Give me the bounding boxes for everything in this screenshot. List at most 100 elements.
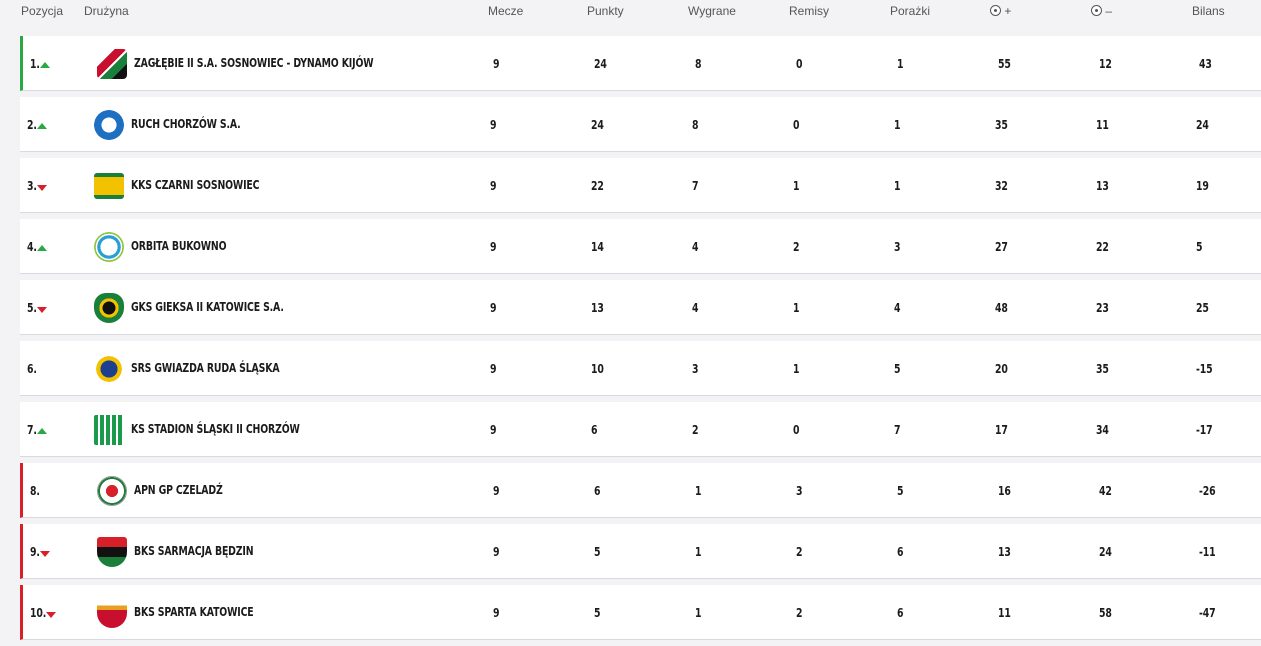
cell-goals-against: 13 [1096,179,1109,193]
cell-wygrane: 1 [695,606,702,620]
cell-remisy: 0 [796,57,803,71]
stadion-logo[interactable] [94,415,124,445]
apn-logo[interactable] [97,476,127,506]
cell-porazki: 6 [897,545,904,559]
header-mecze[interactable]: Mecze [488,4,523,18]
arrow-up-icon [37,428,47,434]
football-icon [1091,5,1102,16]
cell-remisy: 0 [793,423,800,437]
position-number: 7. [27,423,37,437]
header-druzyna[interactable]: Drużyna [84,4,129,18]
table-row[interactable]: 1. ZAGŁĘBIE II S.A. SOSNOWIEC - DYNAMO KI… [20,36,1261,91]
table-row[interactable]: 7. KS STADION ŚLĄSKI II CHORZÓW 9 6 2 0 7 17 34 -… [20,402,1261,457]
ruch-logo[interactable] [94,110,124,140]
cell-punkty: 6 [594,484,601,498]
header-pozycja[interactable]: Pozycja [21,4,63,18]
cell-mecze: 9 [490,362,497,376]
cell-remisy: 2 [796,545,803,559]
cell-goals-for: 27 [995,240,1008,254]
cell-goals-against: 35 [1096,362,1109,376]
table-row[interactable]: 2. RUCH CHORZÓW S.A. 9 24 8 0 1 35 11 24 [20,97,1261,152]
header-goals-against[interactable]: – [1091,4,1112,18]
cell-wygrane: 3 [692,362,699,376]
cell-punkty: 14 [591,240,604,254]
team-name[interactable]: SRS GWIAZDA RUDA ŚLĄSKA [131,361,280,375]
cell-wygrane: 4 [692,240,699,254]
arrow-up-icon [40,62,50,68]
sarmacja-logo[interactable] [97,537,127,567]
cell-goals-against: 42 [1099,484,1112,498]
cell-goals-against: 23 [1096,301,1109,315]
table-row[interactable]: 3. KKS CZARNI SOSNOWIEC 9 22 7 1 1 32 13 19 [20,158,1261,213]
cell-mecze: 9 [493,57,500,71]
cell-porazki: 6 [897,606,904,620]
header-bilans[interactable]: Bilans [1192,4,1225,18]
position-number: 1. [30,57,40,71]
arrow-down-icon [40,551,50,557]
cell-porazki: 4 [894,301,901,315]
position-number: 8. [30,484,40,498]
czarni-logo[interactable] [94,173,124,199]
cell-wygrane: 4 [692,301,699,315]
header-remisy[interactable]: Remisy [789,4,829,18]
cell-mecze: 9 [490,423,497,437]
cell-bilans: -47 [1199,606,1216,620]
orbita-logo[interactable] [94,232,124,262]
position-number: 3. [27,179,37,193]
table-row[interactable]: 6. SRS GWIAZDA RUDA ŚLĄSKA 9 10 3 1 5 20 35 -15 [20,341,1261,396]
team-name[interactable]: ZAGŁĘBIE II S.A. SOSNOWIEC - DYNAMO KIJÓ… [134,56,374,70]
table-row[interactable]: 4. ORBITA BUKOWNO 9 14 4 2 3 27 22 5 [20,219,1261,274]
team-name[interactable]: RUCH CHORZÓW S.A. [131,117,241,131]
table-row[interactable]: 5. GKS GIEKSA II KATOWICE S.A. 9 13 4 1 4 48 23 2… [20,280,1261,335]
team-name[interactable]: KKS CZARNI SOSNOWIEC [131,178,260,192]
table-row[interactable]: 8. APN GP CZELADŹ 9 6 1 3 5 16 42 -26 [20,463,1261,518]
cell-remisy: 2 [796,606,803,620]
header-porazki[interactable]: Porażki [890,4,930,18]
table-header: Pozycja Drużyna Mecze Punkty Wygrane Rem… [0,0,1261,30]
cell-wygrane: 7 [692,179,699,193]
cell-goals-against: 58 [1099,606,1112,620]
cell-bilans: 24 [1196,118,1209,132]
cell-bilans: -17 [1196,423,1213,437]
zaglebie-logo[interactable] [97,49,127,79]
arrow-down-icon [46,612,56,618]
position-number: 5. [27,301,37,315]
cell-wygrane: 1 [695,484,702,498]
cell-punkty: 24 [591,118,604,132]
cell-porazki: 5 [894,362,901,376]
header-goals-for[interactable]: + [990,4,1011,18]
cell-punkty: 22 [591,179,604,193]
header-punkty[interactable]: Punkty [587,4,624,18]
team-name[interactable]: APN GP CZELADŹ [134,483,223,497]
cell-mecze: 9 [493,484,500,498]
cell-goals-against: 24 [1099,545,1112,559]
cell-bilans: 19 [1196,179,1209,193]
table-row[interactable]: 9. BKS SARMACJA BĘDZIN 9 5 1 2 6 13 24 -11 [20,524,1261,579]
cell-punkty: 10 [591,362,604,376]
cell-goals-for: 17 [995,423,1008,437]
cell-porazki: 1 [897,57,904,71]
team-name[interactable]: BKS SPARTA KATOWICE [134,605,254,619]
team-name[interactable]: ORBITA BUKOWNO [131,239,227,253]
sparta-logo[interactable] [97,598,127,628]
cell-remisy: 1 [793,301,800,315]
cell-bilans: -11 [1199,545,1216,559]
gwiazda-logo[interactable] [94,354,124,384]
cell-bilans: 43 [1199,57,1212,71]
cell-punkty: 5 [594,545,601,559]
cell-porazki: 1 [894,179,901,193]
cell-goals-against: 34 [1096,423,1109,437]
team-name[interactable]: GKS GIEKSA II KATOWICE S.A. [131,300,284,314]
cell-punkty: 5 [594,606,601,620]
position-number: 9. [30,545,40,559]
position-number: 4. [27,240,37,254]
team-name[interactable]: BKS SARMACJA BĘDZIN [134,544,254,558]
gieksa-logo[interactable] [94,293,124,323]
cell-mecze: 9 [490,118,497,132]
arrow-up-icon [37,245,47,251]
cell-goals-for: 13 [998,545,1011,559]
cell-remisy: 3 [796,484,803,498]
team-name[interactable]: KS STADION ŚLĄSKI II CHORZÓW [131,422,300,436]
header-wygrane[interactable]: Wygrane [688,4,736,18]
cell-remisy: 2 [793,240,800,254]
